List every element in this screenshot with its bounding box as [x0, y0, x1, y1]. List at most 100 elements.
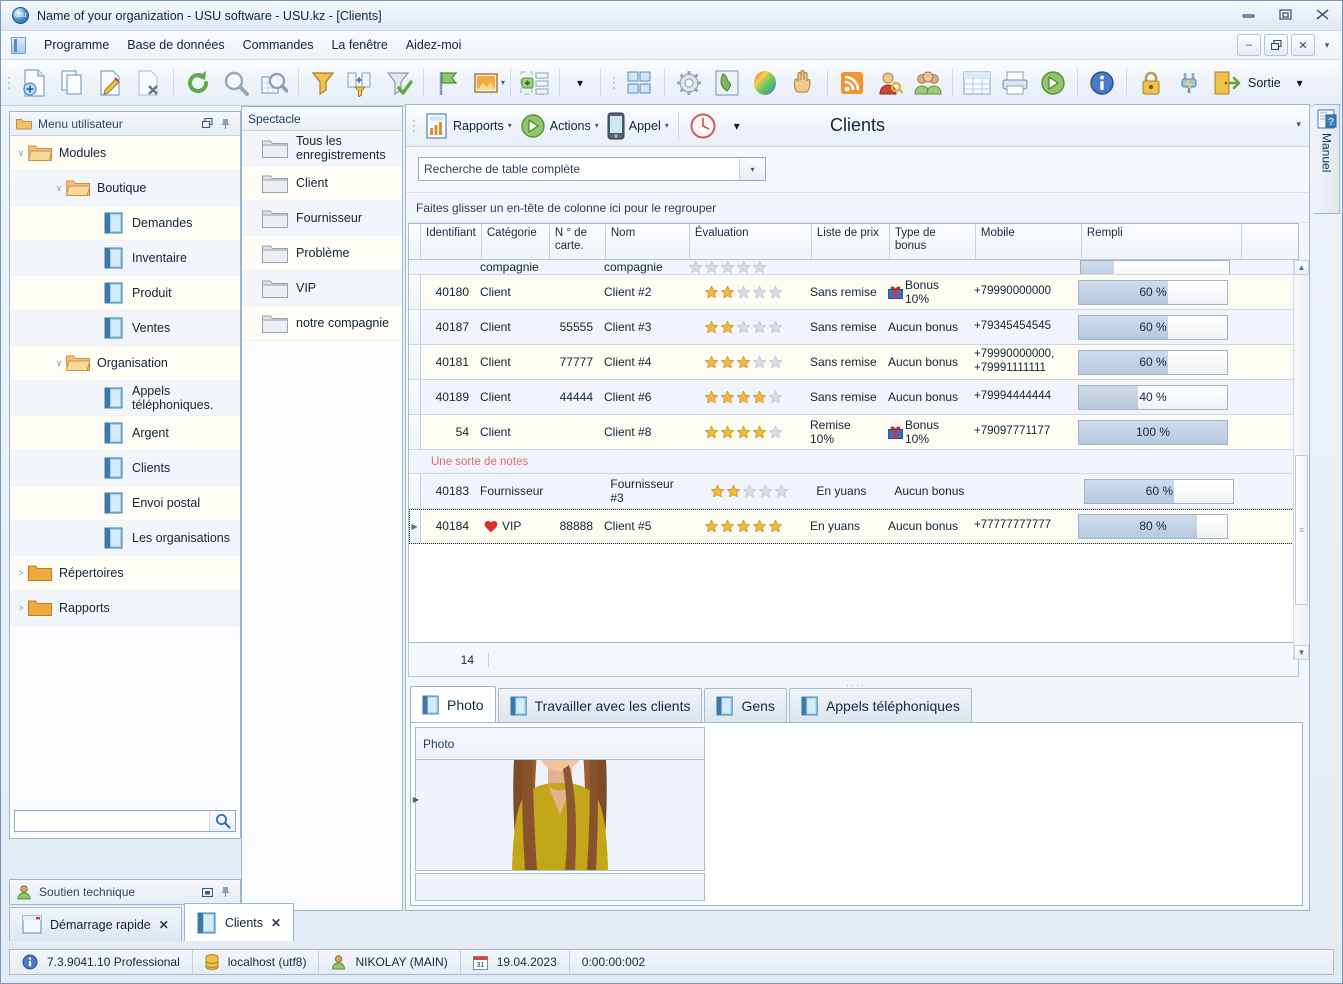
row-handle[interactable]: [409, 345, 421, 379]
detail-tabs[interactable]: Photo Travailler avec les clients Gens Appe…: [410, 686, 1303, 723]
document-tab-d-marrage-rapide[interactable]: Démarrage rapide ✕: [9, 907, 182, 941]
reports-caret-icon[interactable]: ▾: [508, 121, 512, 130]
menu-item-commandes[interactable]: Commandes: [234, 34, 323, 56]
filter-apply-icon[interactable]: [380, 64, 418, 102]
spectacle-item-fournisseur[interactable]: Fournisseur: [242, 201, 402, 236]
sidebar-item-inventaire[interactable]: Inventaire: [10, 241, 240, 276]
spectacle-item-notre-compagnie[interactable]: notre compagnie: [242, 306, 402, 341]
content-panel-dropdown-caret[interactable]: ▾: [1296, 119, 1301, 130]
column-header-id[interactable]: Identifiant: [421, 224, 482, 259]
edit-document-icon[interactable]: [92, 64, 130, 102]
users-group-icon[interactable]: [909, 64, 947, 102]
tab-travailler-avec-les-clients[interactable]: Travailler avec les clients: [497, 688, 703, 722]
info-icon[interactable]: [1083, 64, 1121, 102]
close-tab-icon[interactable]: ✕: [159, 918, 169, 932]
table-row[interactable]: 40183 Fournisseur Fournisseur #3 En yuans Au…: [409, 474, 1298, 509]
settings-icon[interactable]: [670, 64, 708, 102]
toolbar-overflow-caret-2[interactable]: ▾: [1285, 64, 1315, 102]
scrollbar-thumb[interactable]: ≡: [1295, 455, 1308, 605]
call-button[interactable]: Appel ▾: [603, 108, 673, 144]
minimize-icon[interactable]: [1236, 4, 1260, 24]
spectacle-item-vip[interactable]: VIP: [242, 271, 402, 306]
column-header-pricelist[interactable]: Liste de prix: [812, 224, 890, 259]
copy-document-icon[interactable]: [54, 64, 92, 102]
tab-appels-t-l-phoniques[interactable]: Appels téléphoniques: [788, 688, 972, 722]
menu-item-base-de-donnees[interactable]: Base de données: [118, 34, 233, 56]
tree-expander-icon[interactable]: >: [14, 603, 28, 613]
column-header-category[interactable]: Catégorie: [482, 224, 550, 259]
grid-header-row[interactable]: Identifiant Catégorie N ° de carte. Nom Éval…: [409, 224, 1298, 260]
table-row[interactable]: 40181 Client 77777 Client #4 Sans remise Aucu…: [409, 345, 1298, 380]
toolbar-grip[interactable]: [4, 70, 13, 96]
search-table-icon[interactable]: [255, 64, 293, 102]
refresh-icon[interactable]: [179, 64, 217, 102]
row-handle[interactable]: [409, 415, 421, 449]
column-header-card[interactable]: N ° de carte.: [550, 224, 606, 259]
close-icon[interactable]: [1310, 4, 1334, 24]
table-row[interactable]: ▶ 40184 VIP 88888 Client #5 En yuans Aucun bon…: [409, 509, 1298, 544]
clock-icon[interactable]: [684, 107, 722, 145]
manuel-side-tab[interactable]: ? Manuel: [1314, 104, 1340, 214]
sidebar-item-produit[interactable]: Produit: [10, 276, 240, 311]
print-icon[interactable]: [996, 64, 1034, 102]
clients-grid[interactable]: Identifiant Catégorie N ° de carte. Nom Éval…: [408, 223, 1299, 643]
flag-icon[interactable]: [429, 64, 467, 102]
go-icon[interactable]: [1034, 64, 1072, 102]
content-toolbar-grip[interactable]: [409, 113, 418, 139]
table-search-box[interactable]: ▾: [418, 157, 766, 181]
spectacle-list[interactable]: Tous les enregistrements Client Fournisseu…: [242, 131, 402, 341]
filter-column-icon[interactable]: [342, 64, 380, 102]
grid-view-icon[interactable]: [621, 64, 659, 102]
exit-icon[interactable]: [1208, 64, 1246, 102]
sidebar-item-appels-t-l-phoniques[interactable]: Appels téléphoniques.: [10, 381, 240, 416]
dock-pin-button[interactable]: [216, 115, 234, 133]
hand-icon[interactable]: [784, 64, 822, 102]
sidebar-item-demandes[interactable]: Demandes: [10, 206, 240, 241]
delete-document-icon[interactable]: [130, 64, 168, 102]
tree-expander-icon[interactable]: ∨: [14, 148, 28, 159]
tree-expander-icon[interactable]: ∨: [52, 358, 66, 369]
table-row[interactable]: 40187 Client 55555 Client #3 Sans remise Aucu…: [409, 310, 1298, 345]
rss-icon[interactable]: [833, 64, 871, 102]
grid-body[interactable]: compagnie compagnie 40180 Client Client #2 Sa…: [409, 260, 1298, 544]
color-wheel-icon[interactable]: [746, 64, 784, 102]
column-header-mobile[interactable]: Mobile: [976, 224, 1082, 259]
user-key-icon[interactable]: [871, 64, 909, 102]
support-restore-button[interactable]: [198, 883, 216, 901]
add-list-icon[interactable]: [516, 64, 554, 102]
actions-caret-icon[interactable]: ▾: [595, 121, 599, 130]
support-panel-header[interactable]: Soutien technique: [9, 879, 241, 905]
toolbar-grip-2[interactable]: [609, 70, 618, 96]
document-tab-clients[interactable]: Clients ✕: [183, 903, 295, 941]
sidebar-item-clients[interactable]: Clients: [10, 451, 240, 486]
call-caret-icon[interactable]: ▾: [665, 121, 669, 130]
mdi-close-button[interactable]: ✕: [1291, 34, 1315, 56]
row-handle[interactable]: [409, 275, 421, 309]
user-menu-tree[interactable]: ∨ Modules ∨ Boutique Demandes Inventaire Produ…: [10, 136, 240, 804]
image-icon[interactable]: [467, 64, 505, 102]
close-tab-icon[interactable]: ✕: [271, 916, 281, 930]
grid-vertical-scrollbar[interactable]: ▲ ≡ ▼: [1293, 260, 1309, 660]
tree-expander-icon[interactable]: >: [14, 568, 28, 578]
table-row[interactable]: 40180 Client Client #2 Sans remise Bonus 10%…: [409, 275, 1298, 310]
plug-icon[interactable]: [1170, 64, 1208, 102]
document-tabs[interactable]: Démarrage rapide ✕ Clients ✕: [9, 903, 1334, 941]
table-row[interactable]: 54 Client Client #8 Remise 10% Bonus 10% +790…: [409, 415, 1298, 450]
mdi-more-icon[interactable]: ▾: [1318, 34, 1336, 56]
mdi-minimize-button[interactable]: –: [1237, 34, 1261, 56]
table-row[interactable]: 40189 Client 44444 Client #6 Sans remise Aucu…: [409, 380, 1298, 415]
scroll-down-icon[interactable]: ▼: [1294, 645, 1309, 660]
content-toolbar-overflow-caret[interactable]: ▾: [722, 107, 752, 145]
left-dock-search[interactable]: [14, 810, 236, 832]
new-document-icon[interactable]: [16, 64, 54, 102]
sidebar-item-ventes[interactable]: Ventes: [10, 311, 240, 346]
sidebar-item-les-organisations[interactable]: Les organisations: [10, 521, 240, 556]
tree-expander-icon[interactable]: ∨: [52, 183, 66, 194]
search-button[interactable]: [209, 811, 235, 831]
notes-row[interactable]: Une sorte de notes: [409, 450, 1298, 474]
column-header-rating[interactable]: Évaluation: [690, 224, 812, 259]
menu-item-programme[interactable]: Programme: [35, 34, 118, 56]
sidebar-item-organisation[interactable]: ∨ Organisation: [10, 346, 240, 381]
row-handle[interactable]: ▶: [409, 509, 421, 543]
scroll-up-icon[interactable]: ▲: [1294, 260, 1309, 275]
